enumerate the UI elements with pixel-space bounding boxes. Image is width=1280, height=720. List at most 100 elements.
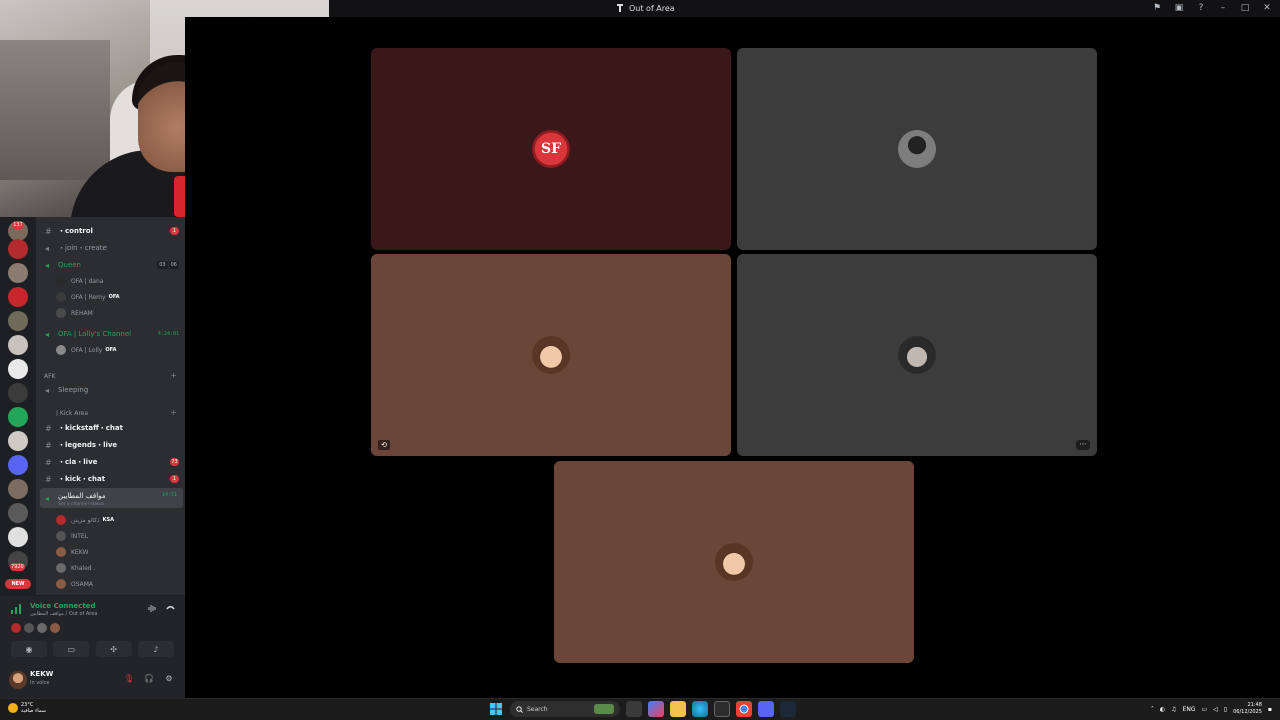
voice-user[interactable]: OSAMA (56, 577, 93, 591)
avatar (56, 563, 66, 573)
user-tag: KSA (102, 517, 114, 523)
participant-tile[interactable]: ⟲ (371, 254, 731, 456)
maximize-button[interactable]: □ (1238, 1, 1252, 15)
discord-taskbar-icon[interactable] (758, 701, 774, 717)
server-icon[interactable] (8, 287, 28, 307)
channel-cia-live[interactable]: # ・cia・live 73 (36, 455, 185, 469)
file-explorer-icon[interactable] (670, 701, 686, 717)
channel-kick-chat[interactable]: # ・kick・chat 1 (36, 472, 185, 486)
participant-tile[interactable] (554, 461, 914, 663)
server-badge: 7920 (10, 563, 25, 571)
voice-user[interactable]: INTEL (56, 529, 88, 543)
channel-status[interactable]: Set a channel status (58, 502, 104, 507)
new-badge: NEW (5, 579, 31, 589)
close-button[interactable]: ✕ (1260, 1, 1274, 15)
copilot-icon[interactable] (648, 701, 664, 717)
battery-icon[interactable]: ▯ (1224, 706, 1227, 713)
add-channel-icon[interactable]: + (170, 371, 177, 380)
channel-control[interactable]: # ・control 1 (36, 224, 185, 238)
username[interactable]: KEKW (30, 670, 53, 678)
server-icon[interactable] (8, 359, 28, 379)
server-icon[interactable] (8, 335, 28, 355)
participant-tile[interactable]: ⋯ (737, 254, 1097, 456)
more-options-icon[interactable]: ⋯ (1076, 440, 1090, 450)
soundboard-button[interactable]: ♪ (137, 641, 174, 657)
discord-icon[interactable] (8, 455, 28, 475)
task-view-icon[interactable] (626, 701, 642, 717)
voice-user[interactable]: OFA | Remy OFA (56, 290, 120, 304)
weather-widget[interactable]: 23°C سماء صافية (8, 702, 46, 714)
server-icon[interactable] (8, 527, 28, 547)
tray-app-icon[interactable]: ◐ (1160, 706, 1165, 713)
camera-button[interactable]: ◉ (11, 641, 47, 657)
edge-icon[interactable] (692, 701, 708, 717)
inbox-icon[interactable]: ⚑ (1150, 1, 1164, 15)
noise-suppression-icon[interactable] (148, 604, 157, 613)
participant-tile[interactable]: SF (371, 48, 731, 250)
channel-legends-live[interactable]: # ・legends・live (36, 438, 185, 452)
avatar (715, 543, 753, 581)
server-icon[interactable] (8, 263, 28, 283)
language-indicator[interactable]: ENG (1183, 706, 1196, 713)
add-channel-icon[interactable]: + (170, 408, 177, 417)
speaker-icon: ◂ (45, 243, 50, 253)
taskbar-search[interactable]: Search (510, 701, 620, 717)
channel-list: # ・control 1 ◂ ・join・create ◂ Queen 03 0… (36, 217, 185, 595)
channel-sleeping[interactable]: ◂ Sleeping (36, 383, 185, 397)
stream-icon[interactable]: ⟲ (378, 440, 390, 450)
steam-icon[interactable] (780, 701, 796, 717)
weather-desc: سماء صافية (21, 708, 46, 714)
window-title: Out of Area (629, 3, 675, 13)
user-controls: 🎙 🎧 ⚙ (123, 672, 175, 684)
voice-connected-title[interactable]: Voice Connected (30, 602, 96, 610)
user-panel: KEKW In voice 🎙 🎧 ⚙ (0, 664, 185, 698)
category-afk[interactable]: AFK (44, 373, 56, 380)
voice-user[interactable]: OFA | Lolly OFA (56, 343, 116, 357)
voice-user[interactable]: ذكائو مزينن KSA (56, 513, 114, 527)
mic-icon[interactable]: ♫ (1171, 706, 1176, 713)
store-icon[interactable] (714, 701, 730, 717)
text-channel-icon: # (45, 474, 52, 484)
voice-user[interactable]: REHAM (56, 306, 93, 320)
voice-participants (11, 623, 60, 633)
voice-connected-panel: Voice Connected مواقف المطايين / Out of … (0, 595, 185, 664)
server-icon[interactable] (8, 383, 28, 403)
screen-share-button[interactable]: ▭ (53, 641, 90, 657)
server-icon[interactable] (8, 311, 28, 331)
channel-lolly[interactable]: ◂ OFA | Lolly's Channel 4:24:01 (36, 327, 185, 341)
channel-queen[interactable]: ◂ Queen 03 06 (36, 258, 185, 272)
server-icon[interactable] (8, 239, 28, 259)
mute-icon[interactable]: 🎙 (123, 672, 135, 684)
screen-share-icon[interactable]: ▣ (1172, 1, 1186, 15)
minimize-button[interactable]: – (1216, 1, 1230, 15)
user-status: In voice (30, 680, 50, 686)
voice-user[interactable]: OFA | dana (56, 274, 104, 288)
server-icon[interactable] (8, 479, 28, 499)
voice-connected-subtitle[interactable]: مواقف المطايين / Out of Area (30, 611, 97, 617)
mention-badge: 73 (170, 458, 179, 466)
chrome-icon[interactable] (736, 701, 752, 717)
voice-user[interactable]: KEKW (56, 545, 88, 559)
deafen-icon[interactable]: 🎧 (143, 672, 155, 684)
voice-user[interactable]: Khaled . (56, 561, 95, 575)
clock[interactable]: 21:48 06/12/2025 (1233, 702, 1262, 716)
volume-icon[interactable]: ◁ (1213, 706, 1218, 713)
chevron-up-icon[interactable]: ˄ (1151, 706, 1154, 713)
network-icon[interactable]: ▭ (1201, 706, 1207, 713)
signal-icon[interactable] (11, 604, 23, 614)
settings-icon[interactable]: ⚙ (163, 672, 175, 684)
server-icon[interactable] (8, 503, 28, 523)
channel-kickstaff-chat[interactable]: # ・kickstaff・chat (36, 421, 185, 435)
notification-icon[interactable]: ▪ (1268, 706, 1272, 713)
channel-join-create[interactable]: ◂ ・join・create (36, 241, 185, 255)
avatar[interactable] (9, 671, 27, 689)
help-icon[interactable]: ? (1194, 1, 1208, 15)
windows-start-icon[interactable] (488, 701, 504, 717)
participant-tile[interactable] (737, 48, 1097, 250)
server-icon[interactable] (8, 431, 28, 451)
disconnect-icon[interactable] (166, 604, 175, 613)
activities-button[interactable]: ✣ (95, 641, 132, 657)
server-icon[interactable] (8, 407, 28, 427)
category-kick-area[interactable]: | Kick Area (56, 410, 88, 417)
user-tag: OFA (105, 347, 117, 353)
